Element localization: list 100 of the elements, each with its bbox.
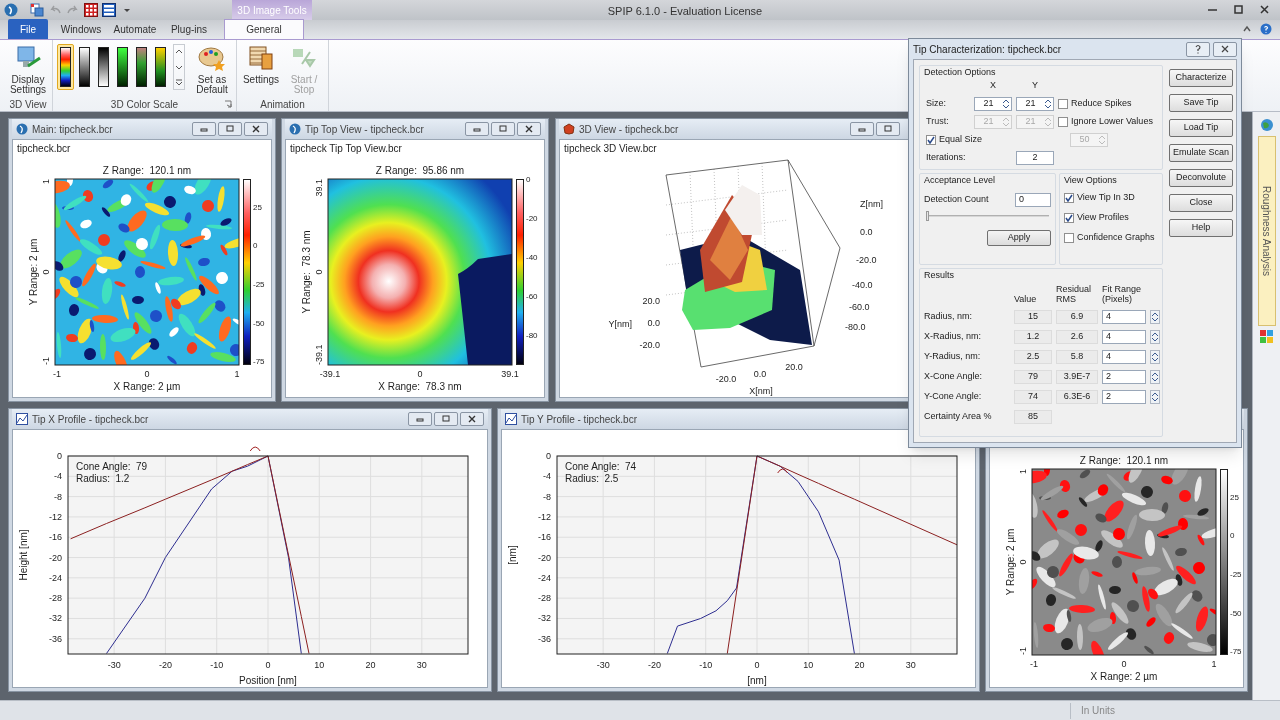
z-range-label: Z Range: 120.1 nm [102,165,192,176]
field-label: Trust: [926,114,950,128]
side-panel-tab[interactable]: Roughness Analysis [1257,136,1276,326]
quick-access-button[interactable] [100,2,117,18]
ribbon-button[interactable]: Settings [241,44,281,96]
minimize-button[interactable] [192,122,216,136]
slider-thumb[interactable] [926,210,929,221]
spin-arrows-icon [1044,97,1052,110]
file-name: tipcheck Tip Top View.bcr [290,143,402,154]
x-tick-label: 0.0 [753,369,767,379]
dialog-button[interactable]: Help [1169,219,1233,237]
app-icon [4,3,18,17]
spin-arrows-icon [1151,310,1159,323]
checkbox[interactable] [1064,212,1074,223]
readonly-field: 85 [1014,409,1052,424]
dialog-button[interactable]: Characterize [1169,69,1233,87]
y-axis-label: Y Range: 2 µm [1005,528,1016,596]
scale-tick-label: -40 [526,253,538,263]
column-header: Value [1014,293,1038,304]
dialog-launcher-button[interactable] [224,100,232,108]
file-name: tipcheck 3D View.bcr [564,143,657,154]
y-tick-label: -12 [49,511,62,522]
ribbon-tab[interactable]: General [224,19,304,39]
spin-button[interactable] [1150,349,1160,364]
y-tick-label: 1 [41,179,51,184]
z-tick-label: -60.0 [849,302,870,312]
ribbon-button[interactable]: Display Settings [8,44,48,96]
spin-button[interactable] [1150,369,1160,384]
z-tick-label: -20.0 [856,255,877,265]
ribbon-tab[interactable]: Plug-ins [162,19,216,39]
chart-icon [505,413,517,425]
text-field[interactable]: 4 [1102,329,1146,344]
x-axis-label: Position [nm] [239,675,297,686]
close-button[interactable] [517,122,541,136]
app-icon [16,123,28,135]
text-field[interactable]: 4 [1102,309,1146,324]
y-tick-label: -12 [538,511,551,522]
color-scale-swatch[interactable] [114,44,131,90]
spin-button[interactable] [1150,309,1160,324]
color-scale-swatch[interactable] [95,44,112,90]
y-tick-label: -28 [538,593,551,604]
column-header: X [989,79,997,92]
scale-tick-label: 0 [1230,531,1235,541]
close-button[interactable] [1213,41,1237,57]
ribbon-tab[interactable]: Automate [108,19,162,39]
dialog-button[interactable]: Emulate Scan [1169,144,1233,162]
ribbon-button[interactable]: Set as Default [192,44,232,96]
text-field[interactable]: 4 [1102,349,1146,364]
window-title: 3D View - tipcheck.bcr [579,122,679,137]
ribbon-tab[interactable]: Windows [54,19,108,39]
y-tick-label: -32 [49,613,62,624]
checkbox[interactable] [1064,232,1074,243]
spin-field[interactable]: 21 [974,96,1012,111]
spin-button[interactable] [1150,329,1160,344]
quick-access-button[interactable] [82,2,99,18]
ribbon-tab[interactable]: File [8,19,48,39]
y-tick-label: -16 [538,532,551,543]
dialog-button[interactable]: Load Tip [1169,119,1233,137]
spin-arrows-icon [1151,350,1159,363]
spin-button[interactable] [1150,389,1160,404]
color-scale-swatch[interactable] [133,44,150,90]
color-scale-swatch[interactable] [57,44,74,90]
text-field[interactable]: 2 [1102,389,1146,404]
text-field[interactable]: 0 [1015,192,1051,207]
checkbox[interactable] [1064,192,1074,203]
x-tick-label: 30 [905,660,916,670]
dialog-button[interactable]: Save Tip [1169,94,1233,112]
text-field[interactable]: 2 [1016,150,1054,165]
scale-tick-label: -50 [253,318,265,328]
scale-tick-label: -50 [1230,608,1242,618]
close-icon [251,125,261,133]
field-label: Iterations: [926,150,967,164]
chart-icon [16,413,28,425]
minimize-button[interactable] [850,122,874,136]
close-button[interactable] [460,412,484,426]
checkbox[interactable] [1058,98,1068,109]
x-axis-label: X Range: 78.3 nm [378,381,462,392]
spin-arrows-icon [1151,330,1159,343]
spin-field[interactable]: 21 [1016,96,1054,111]
x-tick-label: 10 [803,660,814,670]
y-tick-label: -1 [1018,647,1028,655]
dialog-button[interactable]: Close [1169,194,1233,212]
collapse-button[interactable] [1242,24,1252,34]
scale-tick-label: 0 [253,241,258,251]
minimize-button[interactable] [465,122,489,136]
x-tick-label: -20 [647,660,661,670]
text-field[interactable]: 2 [1102,369,1146,384]
minimize-button[interactable] [408,412,432,426]
x-tick-label: 30 [416,660,427,670]
restore-button[interactable] [876,122,900,136]
checkbox-label: Reduce Spikes [1071,96,1132,110]
help-button[interactable] [1260,23,1272,35]
dialog-button[interactable]: Deconvolute [1169,169,1233,187]
checkbox[interactable] [926,134,936,145]
color-scale-swatch[interactable] [152,44,169,90]
color-scale-swatch[interactable] [76,44,93,90]
apply-button[interactable]: Apply [987,229,1051,246]
close-button[interactable] [244,122,268,136]
z-tick-label: 0.0 [860,227,873,237]
checkbox-label: View Tip In 3D [1077,190,1135,204]
